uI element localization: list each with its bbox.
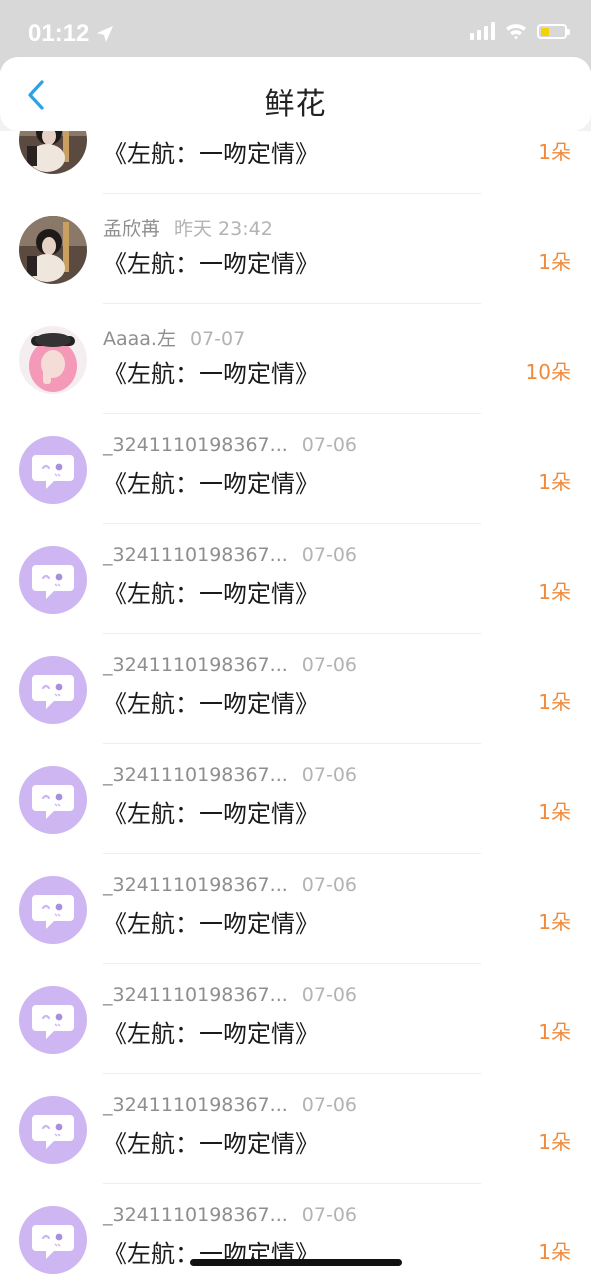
flower-count: 1朵 — [538, 1020, 571, 1044]
item-meta: _3241110198367... 07-06 — [103, 1094, 357, 1116]
user-photo-icon — [19, 326, 87, 394]
list-item[interactable]: 孟欣苒昨天 23:42 《左航：一吻定情》 1朵 — [0, 131, 591, 194]
list-item[interactable]: _3241110198367... 07-06 《左航：一吻定情》 1朵 — [0, 964, 591, 1074]
avatar[interactable] — [19, 436, 87, 504]
item-meta: 孟欣苒 昨天 23:42 — [103, 214, 273, 241]
default-avatar-icon — [32, 1005, 74, 1039]
default-avatar-icon — [32, 1115, 74, 1149]
flower-count: 1朵 — [538, 1130, 571, 1154]
user-photo-icon — [19, 216, 87, 284]
nav-bar: 鲜花 — [0, 57, 591, 131]
list-item[interactable]: _3241110198367... 07-06 《左航：一吻定情》 1朵 — [0, 744, 591, 854]
sender-name[interactable]: _3241110198367... — [103, 654, 288, 676]
list-item[interactable]: _3241110198367... 07-06 《左航：一吻定情》 1朵 — [0, 854, 591, 964]
signal-icon — [470, 22, 495, 40]
avatar[interactable] — [19, 876, 87, 944]
list-item[interactable]: _3241110198367... 07-06 《左航：一吻定情》 1朵 — [0, 524, 591, 634]
sender-name[interactable]: _3241110198367... — [103, 764, 288, 786]
sender-name[interactable]: _3241110198367... — [103, 1204, 288, 1226]
item-meta: _3241110198367... 07-06 — [103, 434, 357, 456]
send-date: 07-07 — [189, 328, 246, 350]
send-date: 昨天 23:42 — [174, 218, 273, 240]
default-avatar-icon — [32, 565, 74, 599]
default-avatar-icon — [32, 1225, 74, 1259]
item-meta: _3241110198367... 07-06 — [103, 764, 357, 786]
gift-name: 《左航：一吻定情》 — [103, 360, 319, 388]
sender-name[interactable]: _3241110198367... — [103, 874, 288, 896]
sender-name[interactable]: _3241110198367... — [103, 434, 288, 456]
send-date: 07-06 — [301, 434, 357, 456]
battery-level — [541, 27, 549, 36]
status-time-group: 01:12 — [28, 20, 115, 48]
avatar[interactable] — [19, 766, 87, 834]
gift-name: 《左航：一吻定情》 — [103, 1130, 319, 1158]
send-date: 07-06 — [301, 1204, 357, 1226]
gift-name: 《左航：一吻定情》 — [103, 800, 319, 828]
item-meta: _3241110198367... 07-06 — [103, 654, 357, 676]
item-meta: _3241110198367... 07-06 — [103, 544, 357, 566]
gift-name: 《左航：一吻定情》 — [103, 580, 319, 608]
sender-name[interactable]: _3241110198367... — [103, 1094, 288, 1116]
flower-count: 10朵 — [525, 360, 571, 384]
user-photo-icon — [19, 131, 87, 174]
default-avatar-icon — [32, 895, 74, 929]
avatar[interactable] — [19, 216, 87, 284]
status-icons — [470, 22, 570, 40]
list-item[interactable]: Aaaa.左 07-07 《左航：一吻定情》 10朵 — [0, 304, 591, 414]
home-indicator — [190, 1259, 402, 1266]
default-avatar-icon — [32, 675, 74, 709]
item-meta: _3241110198367... 07-06 — [103, 1204, 357, 1226]
gift-name: 《左航：一吻定情》 — [103, 1020, 319, 1048]
flower-count: 1朵 — [538, 910, 571, 934]
gift-name: 《左航：一吻定情》 — [103, 690, 319, 718]
location-arrow-icon — [97, 26, 114, 42]
send-date: 07-06 — [301, 1094, 357, 1116]
list-item[interactable]: _3241110198367... 07-06 《左航：一吻定情》 1朵 — [0, 1074, 591, 1184]
gift-name: 《左航：一吻定情》 — [103, 910, 319, 938]
flower-count: 1朵 — [538, 800, 571, 824]
gift-name: 《左航：一吻定情》 — [103, 250, 319, 278]
send-date: 07-06 — [301, 544, 357, 566]
avatar[interactable] — [19, 1096, 87, 1164]
avatar[interactable] — [19, 546, 87, 614]
item-meta: Aaaa.左 07-07 — [103, 324, 245, 351]
sender-name[interactable]: _3241110198367... — [103, 984, 288, 1006]
flower-count: 1朵 — [538, 250, 571, 274]
gift-name: 《左航：一吻定情》 — [103, 470, 319, 498]
status-time: 01:12 — [28, 20, 90, 47]
send-date: 07-06 — [301, 654, 357, 676]
default-avatar-icon — [32, 785, 74, 819]
gift-name: 《左航：一吻定情》 — [103, 140, 319, 168]
sender-name[interactable]: 孟欣苒 — [103, 218, 160, 240]
page-title: 鲜花 — [264, 87, 327, 122]
list-content: 孟欣苒昨天 23:42 《左航：一吻定情》 1朵 孟欣苒昨天 23:42 《左航… — [0, 131, 591, 1280]
flower-count: 1朵 — [538, 690, 571, 714]
flower-count: 1朵 — [538, 470, 571, 494]
sender-name[interactable]: Aaaa.左 — [103, 328, 176, 350]
flower-count: 1朵 — [538, 1240, 571, 1264]
flower-count: 1朵 — [538, 140, 571, 164]
item-meta: _3241110198367... 07-06 — [103, 874, 357, 896]
avatar[interactable] — [19, 131, 87, 174]
list-item[interactable]: _3241110198367... 07-06 《左航：一吻定情》 1朵 — [0, 634, 591, 744]
default-avatar-icon — [32, 455, 74, 489]
send-date: 07-06 — [301, 764, 357, 786]
wifi-icon — [506, 24, 526, 40]
list-item[interactable]: 孟欣苒昨天 23:42 《左航：一吻定情》 1朵 — [0, 194, 591, 304]
avatar[interactable] — [19, 1206, 87, 1274]
flower-gift-list[interactable]: 孟欣苒昨天 23:42 《左航：一吻定情》 1朵 孟欣苒昨天 23:42 《左航… — [0, 131, 591, 1280]
battery-icon — [537, 23, 570, 39]
item-meta: _3241110198367... 07-06 — [103, 984, 357, 1006]
avatar[interactable] — [19, 326, 87, 394]
list-item[interactable]: _3241110198367... 07-06 《左航：一吻定情》 1朵 — [0, 414, 591, 524]
avatar[interactable] — [19, 656, 87, 724]
send-date: 07-06 — [301, 874, 357, 896]
avatar[interactable] — [19, 986, 87, 1054]
flower-count: 1朵 — [538, 580, 571, 604]
sender-name[interactable]: _3241110198367... — [103, 544, 288, 566]
send-date: 07-06 — [301, 984, 357, 1006]
